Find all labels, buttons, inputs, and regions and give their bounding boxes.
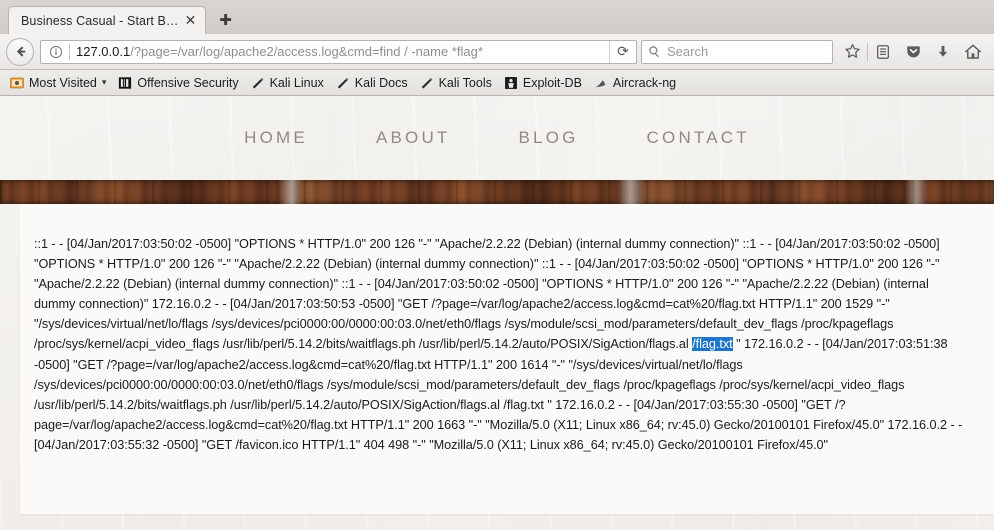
selected-text-flag-path[interactable]: /flag.txt <box>692 337 733 352</box>
navigation-toolbar: 127.0.0.1/?page=/var/log/apache2/access.… <box>0 34 994 70</box>
bookmark-exploit-db[interactable]: Exploit-DB <box>498 72 588 94</box>
bookmark-star-icon[interactable] <box>837 38 867 66</box>
nav-item-blog[interactable]: BLOG <box>485 128 613 148</box>
close-icon[interactable]: ✕ <box>183 13 199 29</box>
bookmark-kali-tools[interactable]: Kali Tools <box>414 72 498 94</box>
url-host: 127.0.0.1 <box>76 43 131 59</box>
url-bar[interactable]: 127.0.0.1/?page=/var/log/apache2/access.… <box>40 39 637 64</box>
offensive-security-icon <box>118 76 132 90</box>
most-visited-icon <box>10 76 24 90</box>
new-tab-icon[interactable]: ✚ <box>212 6 240 34</box>
bookmark-most-visited[interactable]: Most Visited ▾ <box>4 72 112 94</box>
url-text: 127.0.0.1/?page=/var/log/apache2/access.… <box>76 41 609 63</box>
exploit-db-icon <box>504 76 518 90</box>
bookmark-label: Exploit-DB <box>522 75 582 90</box>
url-separator <box>69 43 70 60</box>
nav-item-home[interactable]: HOME <box>210 128 342 148</box>
aircrack-ng-icon <box>594 76 608 90</box>
site-navigation: HOME ABOUT BLOG CONTACT <box>0 96 994 180</box>
bookmark-label: Offensive Security <box>137 75 239 90</box>
nav-item-contact[interactable]: CONTACT <box>613 128 784 148</box>
bookmarks-bar: Most Visited ▾ Offensive Security Kali L… <box>0 70 994 96</box>
chevron-down-icon[interactable]: ▾ <box>102 77 107 88</box>
content-wrapper: ::1 - - [04/Jan/2017:03:50:02 -0500] "OP… <box>0 204 994 514</box>
kali-dragon-icon <box>336 76 350 90</box>
toolbar-icons <box>837 38 988 66</box>
search-icon <box>648 45 661 58</box>
back-button[interactable] <box>6 37 34 66</box>
bookmark-label: Kali Docs <box>354 75 408 90</box>
downloads-icon[interactable] <box>928 38 958 66</box>
bookmark-offensive-security[interactable]: Offensive Security <box>112 72 244 94</box>
bookmark-label: Kali Tools <box>438 75 492 90</box>
home-icon[interactable] <box>958 38 988 66</box>
page-viewport: HOME ABOUT BLOG CONTACT ::1 - - [04/Jan/… <box>0 96 994 530</box>
search-bar[interactable]: Search <box>641 39 833 64</box>
browser-tab[interactable]: Business Casual - Start B… ✕ <box>8 6 206 34</box>
back-arrow-icon <box>13 44 28 59</box>
bookmark-label: Most Visited <box>29 75 97 90</box>
log-segment-before-selection: ::1 - - [04/Jan/2017:03:50:02 -0500] "OP… <box>34 237 940 352</box>
tab-title: Business Casual - Start B… <box>21 13 179 28</box>
wood-divider-band <box>0 180 994 204</box>
bookmark-kali-docs[interactable]: Kali Docs <box>330 72 414 94</box>
url-path: /?page=/var/log/apache2/access.log&cmd=f… <box>130 43 483 59</box>
access-log-text: ::1 - - [04/Jan/2017:03:50:02 -0500] "OP… <box>20 204 994 471</box>
tab-strip: Business Casual - Start B… ✕ ✚ <box>0 0 994 34</box>
log-panel: ::1 - - [04/Jan/2017:03:50:02 -0500] "OP… <box>20 204 994 514</box>
browser-window: Business Casual - Start B… ✕ ✚ 127.0.0.1… <box>0 0 994 530</box>
nav-item-about[interactable]: ABOUT <box>342 128 485 148</box>
bookmark-label: Kali Linux <box>269 75 324 90</box>
kali-dragon-icon <box>251 76 265 90</box>
library-icon[interactable] <box>868 38 898 66</box>
info-icon[interactable] <box>45 42 67 62</box>
bookmark-kali-linux[interactable]: Kali Linux <box>245 72 330 94</box>
bookmark-label: Aircrack-ng <box>612 75 677 90</box>
log-segment-after-selection: " 172.16.0.2 - - [04/Jan/2017:03:51:38 -… <box>34 337 963 452</box>
pocket-icon[interactable] <box>898 38 928 66</box>
reload-icon[interactable]: ⟳ <box>609 40 636 63</box>
kali-dragon-icon <box>420 76 434 90</box>
search-input[interactable]: Search <box>667 41 708 63</box>
bookmark-aircrack-ng[interactable]: Aircrack-ng <box>588 72 682 94</box>
